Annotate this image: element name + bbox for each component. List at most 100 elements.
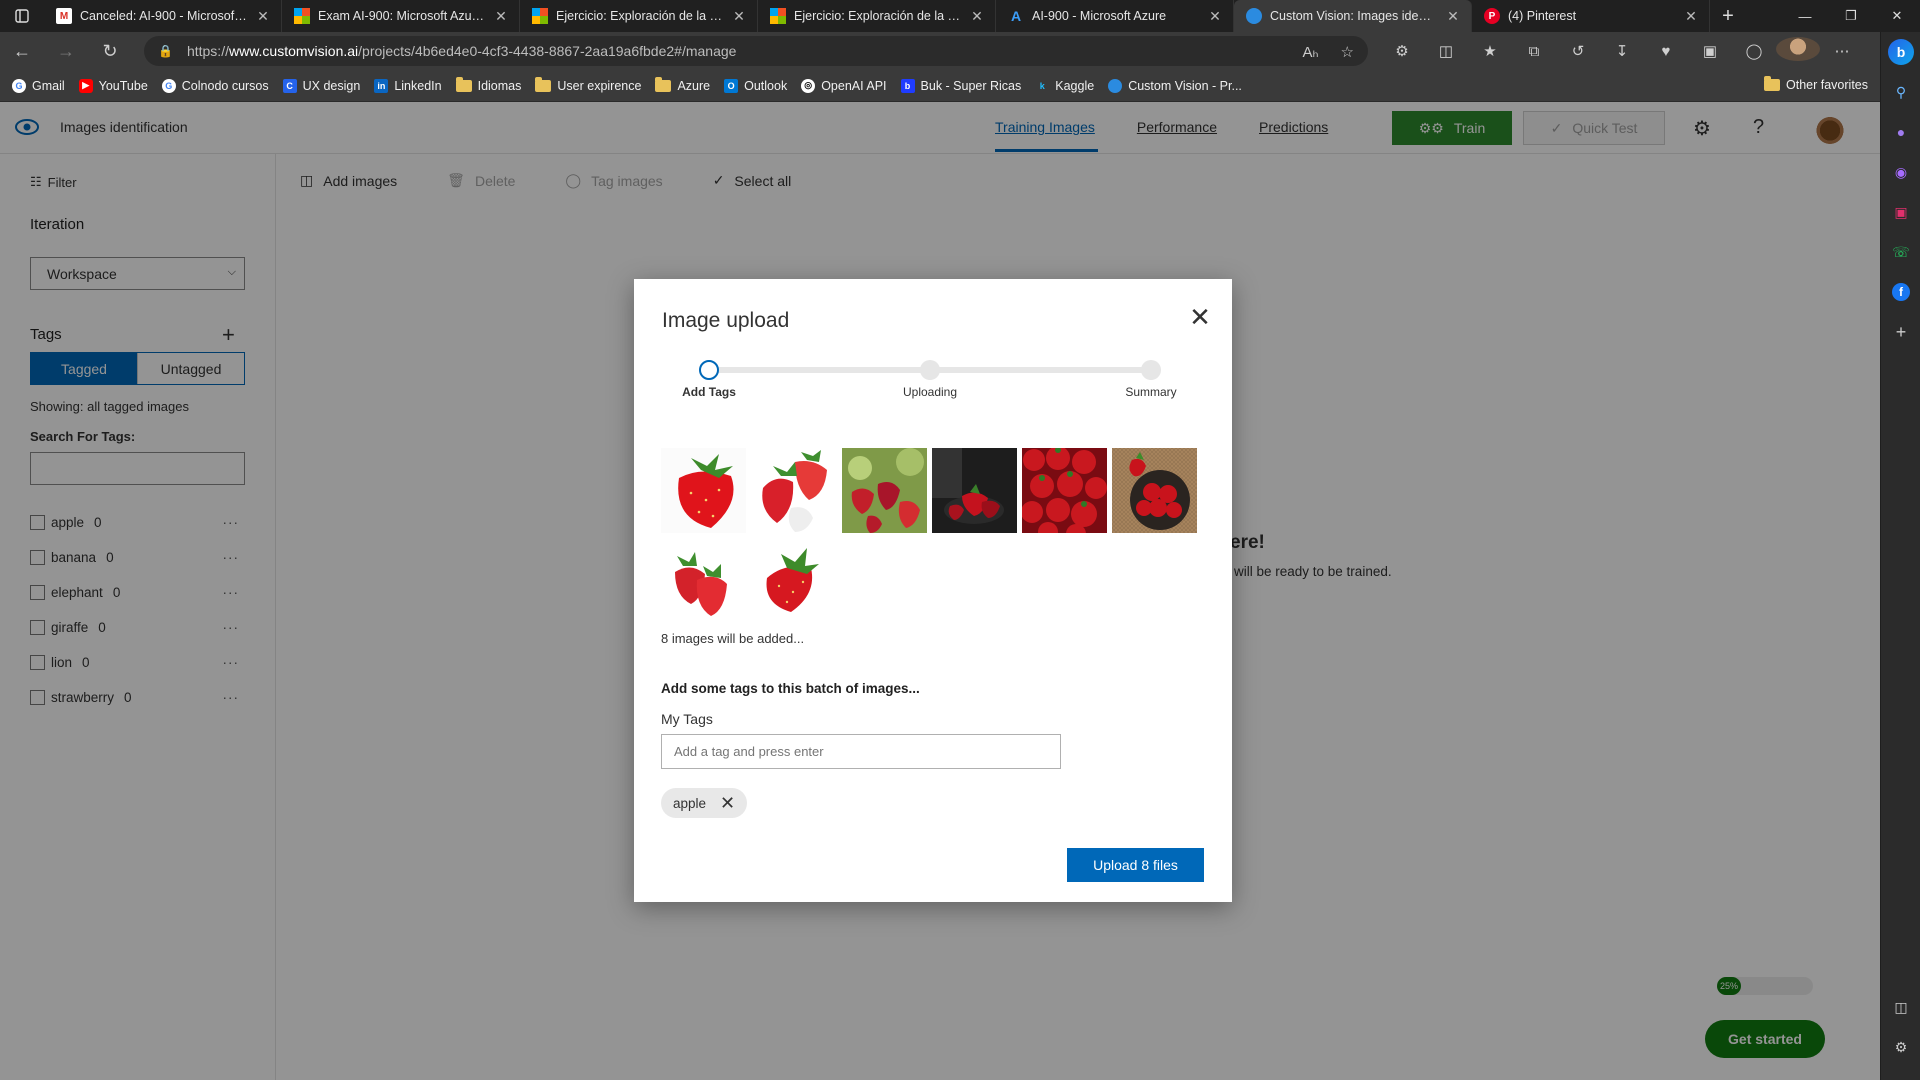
url-prefix: https:// xyxy=(186,43,229,59)
favorite-star-icon[interactable]: ☆ xyxy=(1341,43,1354,61)
bookmark-item[interactable]: G Gmail xyxy=(12,78,65,93)
close-tab-icon[interactable]: ✕ xyxy=(969,8,985,25)
thumbnail-image xyxy=(661,538,746,623)
thumbnail-image xyxy=(1022,448,1107,533)
collections-icon[interactable]: ⧉ xyxy=(1512,43,1556,60)
back-button[interactable]: ← xyxy=(0,32,44,70)
sidebar-shopping-icon[interactable]: ● xyxy=(1881,112,1920,152)
tag-chip: apple ✕ xyxy=(661,788,748,818)
bookmark-item[interactable]: b Buk - Super Ricas xyxy=(900,78,1021,93)
close-tab-icon[interactable]: ✕ xyxy=(1207,8,1223,25)
tab-actions-button[interactable] xyxy=(0,0,44,32)
browser-tab[interactable]: P (4) Pinterest ✕ xyxy=(1472,0,1710,32)
bing-copilot-button[interactable]: b xyxy=(1881,32,1920,72)
url-host: www.customvision.ai xyxy=(228,43,359,59)
favorites-icon[interactable]: ★ xyxy=(1468,42,1512,60)
folder-icon xyxy=(535,76,552,92)
microsoft-icon xyxy=(532,8,548,24)
screenshot-icon[interactable]: ▣ xyxy=(1688,42,1732,60)
refresh-button[interactable]: ↻ xyxy=(88,32,132,70)
restore-button[interactable]: ❐ xyxy=(1828,0,1874,32)
bookmark-item[interactable]: C UX design xyxy=(282,78,360,93)
bookmark-label: User expirence xyxy=(557,78,642,93)
custom-vision-icon xyxy=(1108,78,1123,93)
bookmark-label: Custom Vision - Pr... xyxy=(1128,78,1242,93)
close-tab-icon[interactable]: ✕ xyxy=(731,8,747,25)
bookmark-label: Idiomas xyxy=(477,78,522,93)
c-icon: C xyxy=(282,78,297,93)
instagram-icon[interactable]: ▣ xyxy=(1881,192,1920,232)
url-field[interactable]: 🔒 https://www.customvision.ai/projects/4… xyxy=(144,36,1368,66)
bookmark-item[interactable]: in LinkedIn xyxy=(374,78,442,93)
bookmark-item[interactable]: ◎ OpenAI API xyxy=(801,78,887,93)
gmail-icon: M xyxy=(56,8,72,24)
browser-tab[interactable]: M Canceled: AI-900 - Microsoft Azu ✕ xyxy=(44,0,282,32)
messenger-icon[interactable]: ◉ xyxy=(1881,152,1920,192)
close-icon[interactable]: ✕ xyxy=(1186,302,1214,332)
bookmark-item[interactable]: Custom Vision - Pr... xyxy=(1108,78,1242,93)
step-label-add-tags: Add Tags xyxy=(682,385,736,399)
close-tab-icon[interactable]: ✕ xyxy=(255,8,271,25)
bookmarks-bar: G Gmail ▶ YouTube G Colnodo cursos C UX design i… xyxy=(0,70,1880,102)
whatsapp-icon[interactable]: ☏ xyxy=(1881,232,1920,272)
downloads-icon[interactable]: ↧ xyxy=(1600,42,1644,60)
bookmark-item[interactable]: k Kaggle xyxy=(1035,79,1094,93)
bookmark-label: OpenAI API xyxy=(821,78,887,93)
split-screen-icon[interactable]: ◫ xyxy=(1424,42,1468,60)
other-favorites[interactable]: Other favorites xyxy=(1764,76,1868,92)
bookmark-item[interactable]: O Outlook xyxy=(724,78,788,93)
close-window-button[interactable]: ✕ xyxy=(1874,0,1920,32)
new-tab-button[interactable]: + xyxy=(1710,5,1746,28)
remove-tag-icon[interactable]: ✕ xyxy=(720,793,735,814)
microsoft-icon xyxy=(770,8,786,24)
history-icon[interactable]: ↺ xyxy=(1556,42,1600,60)
pinterest-icon: P xyxy=(1484,8,1500,24)
thumbnail-image xyxy=(751,448,836,533)
address-bar-row: ← → ↻ 🔒 https://www.customvision.ai/proj… xyxy=(0,32,1880,70)
browser-tab[interactable]: Custom Vision: Images identifica ✕ xyxy=(1234,0,1472,32)
performance-icon[interactable]: ♥ xyxy=(1644,43,1688,60)
browser-tab[interactable]: A AI-900 - Microsoft Azure ✕ xyxy=(996,0,1234,32)
settings-menu-icon[interactable]: ⋯ xyxy=(1820,42,1864,60)
bookmark-label: Kaggle xyxy=(1055,78,1095,93)
folder-icon xyxy=(1764,76,1781,91)
bookmark-item[interactable]: Idiomas xyxy=(455,76,522,93)
facebook-icon[interactable]: f xyxy=(1881,272,1920,312)
thumbnail-image xyxy=(661,448,746,533)
bookmark-item[interactable]: G Colnodo cursos xyxy=(161,78,269,93)
tag-chip-label: apple xyxy=(673,795,707,811)
tab-title: Custom Vision: Images identifica xyxy=(1270,9,1437,23)
step-label-summary: Summary xyxy=(1125,385,1177,399)
url-path: /projects/4b6ed4e0-4cf3-4438-8867-2aa19a… xyxy=(358,43,737,59)
bookmark-item[interactable]: User expirence xyxy=(535,76,642,93)
bookmark-label: YouTube xyxy=(98,78,148,93)
read-aloud-icon[interactable]: Aₕ xyxy=(1302,43,1318,61)
bookmark-item[interactable]: ▶ YouTube xyxy=(78,78,148,93)
browser-tab[interactable]: Ejercicio: Exploración de la tradu ✕ xyxy=(758,0,996,32)
browser-tab[interactable]: Ejercicio: Exploración de la clasifi ✕ xyxy=(520,0,758,32)
buk-icon: b xyxy=(900,78,915,93)
close-tab-icon[interactable]: ✕ xyxy=(1445,8,1461,25)
forward-button[interactable]: → xyxy=(44,32,88,70)
sidebar-settings-icon[interactable]: ⚙ xyxy=(1881,1027,1920,1067)
close-tab-icon[interactable]: ✕ xyxy=(1683,8,1699,25)
bookmark-item[interactable]: Azure xyxy=(655,76,710,93)
browser-tab[interactable]: Exam AI-900: Microsoft Azure AI ✕ xyxy=(282,0,520,32)
upload-files-button[interactable]: Upload 8 files xyxy=(1067,848,1204,882)
tab-title: Ejercicio: Exploración de la tradu xyxy=(794,9,961,23)
step-dot-summary xyxy=(1141,360,1161,380)
thumbnail-image xyxy=(751,538,836,623)
minimize-button[interactable]: — xyxy=(1782,0,1828,32)
extensions-icon[interactable]: ⚙ xyxy=(1380,42,1424,60)
hide-sidebar-icon[interactable]: ◫ xyxy=(1881,987,1920,1027)
thumbnail-image xyxy=(1112,448,1197,533)
sidebar-search-icon[interactable]: ⚲ xyxy=(1881,72,1920,112)
add-sidebar-app-icon[interactable]: + xyxy=(1881,312,1920,352)
profile-avatar[interactable] xyxy=(1776,37,1820,65)
tag-input[interactable] xyxy=(661,734,1061,769)
bookmark-label: Outlook xyxy=(744,78,788,93)
close-tab-icon[interactable]: ✕ xyxy=(493,8,509,25)
other-favorites-label: Other favorites xyxy=(1786,78,1868,92)
azure-icon: A xyxy=(1010,8,1022,24)
copilot-icon[interactable]: ◯ xyxy=(1732,42,1776,60)
